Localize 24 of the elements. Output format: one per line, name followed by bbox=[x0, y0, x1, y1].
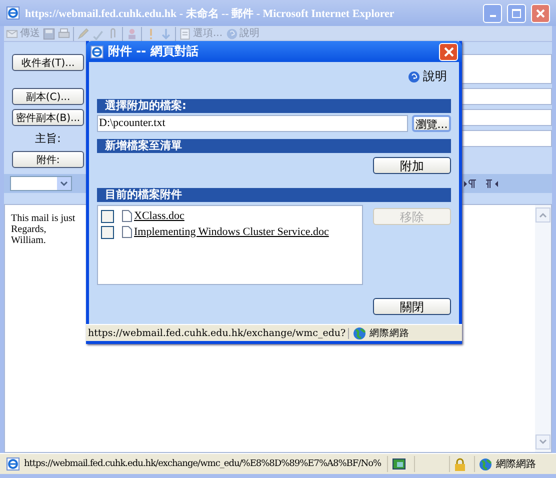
attach-button[interactable]: 附加 bbox=[373, 157, 451, 174]
help-link[interactable]: 說明 bbox=[423, 68, 447, 85]
header-button[interactable]: 副本(C)... bbox=[12, 88, 84, 105]
zone-label: 網際網路 bbox=[370, 326, 410, 340]
section-header: 目前的檔案附件 bbox=[97, 188, 451, 202]
header-button[interactable]: 收件者(T)... bbox=[12, 54, 84, 71]
status-url: https://webmail.fed.cuhk.edu.hk/exchange/wmc_edu/%E8%8D%89%E7%A8%BF/No% bbox=[24, 459, 382, 469]
window-title: https://webmail.fed.cuhk.edu.hk - 未命名 -- 郵件 - Microsoft Internet Explorer bbox=[25, 6, 396, 20]
file-link[interactable]: XClass.doc bbox=[134, 210, 184, 222]
body-text: Regards, bbox=[11, 224, 46, 235]
header-button[interactable]: 附件: bbox=[12, 151, 84, 168]
header-button[interactable]: 密件副本(B)... bbox=[12, 109, 84, 126]
zone-label: 網際網路 bbox=[496, 458, 536, 471]
field-label: 主旨: bbox=[34, 131, 62, 146]
file-link[interactable]: Implementing Windows Cluster Service.doc bbox=[134, 226, 329, 238]
body-text: This mail is just bbox=[11, 213, 76, 224]
section-header: 新增檔案至清單 bbox=[97, 139, 451, 153]
file-path-field[interactable]: D:\pcounter.txt bbox=[97, 115, 408, 132]
status-url: https://webmail.fed.cuhk.edu.hk/exchange/wmc_edu? bbox=[86, 328, 349, 338]
section-header: 選擇附加的檔案: bbox=[97, 99, 451, 113]
body-text: William. bbox=[11, 235, 46, 246]
dialog-title: 附件 -- 網頁對話 bbox=[108, 43, 200, 60]
browse-button[interactable]: 瀏覽... bbox=[412, 115, 451, 132]
close-dialog-button[interactable]: 關閉 bbox=[373, 298, 451, 315]
